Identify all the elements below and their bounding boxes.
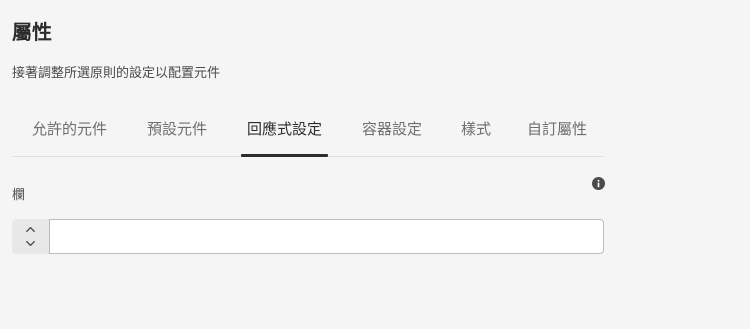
columns-field-label: 欄: [12, 188, 26, 203]
columns-input[interactable]: [49, 219, 604, 254]
tab-responsive-settings[interactable]: 回應式設定: [240, 106, 329, 157]
chevron-down-icon[interactable]: [24, 237, 37, 250]
page-subtitle: 接著調整所選原則的設定以配置元件: [12, 66, 221, 81]
quantity-stepper: [12, 219, 49, 254]
tab-styles[interactable]: 樣式: [461, 106, 491, 156]
info-icon[interactable]: [592, 177, 605, 190]
tab-list: 允許的元件 預設元件 回應式設定 容器設定 樣式 自訂屬性: [12, 106, 604, 157]
chevron-up-icon[interactable]: [24, 223, 37, 236]
page-title: 屬性: [12, 20, 52, 44]
tab-custom-properties[interactable]: 自訂屬性: [527, 106, 587, 156]
tab-default-components[interactable]: 預設元件: [147, 106, 207, 156]
tab-allowed-components[interactable]: 允許的元件: [32, 106, 107, 156]
tab-container-settings[interactable]: 容器設定: [362, 106, 422, 156]
properties-panel: 屬性 接著調整所選原則的設定以配置元件 允許的元件 預設元件 回應式設定 容器設…: [0, 0, 750, 329]
